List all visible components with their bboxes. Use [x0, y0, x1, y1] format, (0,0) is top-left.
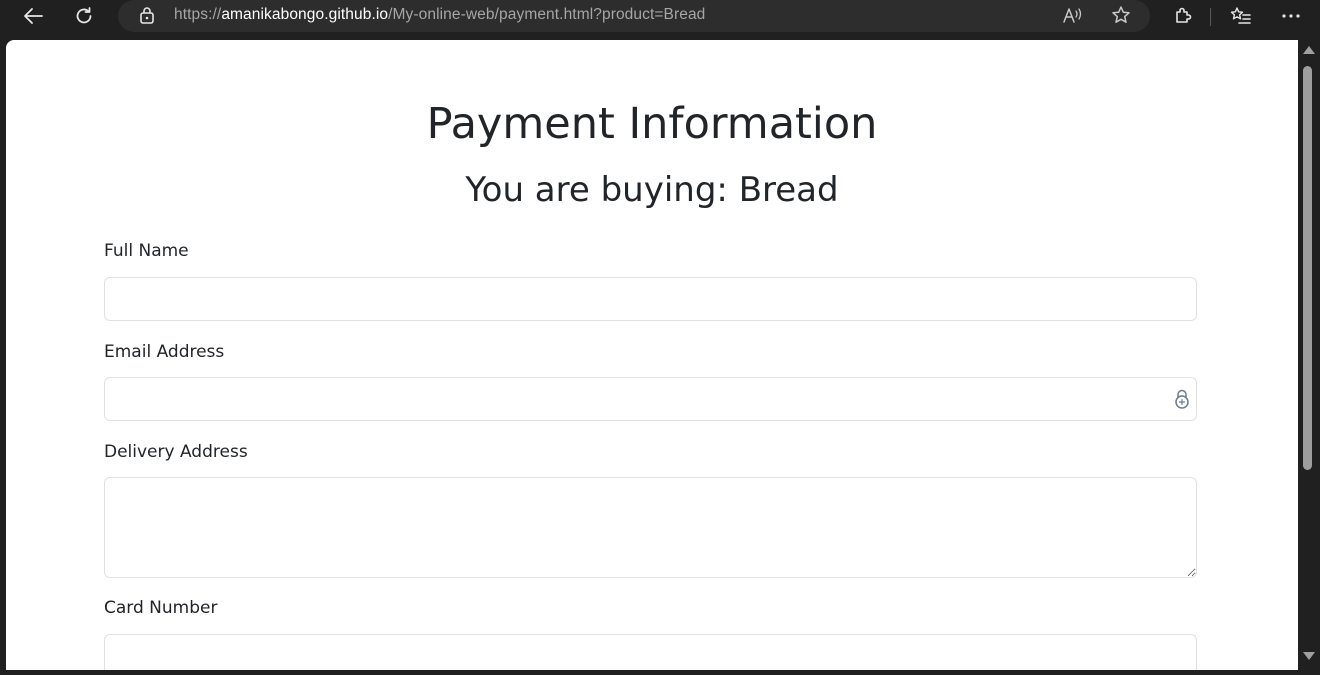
page-viewport: Payment Information You are buying: Bread… [6, 40, 1298, 670]
delivery-address-label: Delivery Address [104, 442, 248, 462]
email-input[interactable] [104, 377, 1197, 421]
card-number-input[interactable] [104, 634, 1197, 670]
lock-icon[interactable] [132, 1, 162, 29]
buying-prefix: You are buying: [465, 170, 728, 210]
read-aloud-icon[interactable] [1058, 1, 1088, 29]
more-options-icon[interactable] [1276, 2, 1306, 30]
url-host: amanikabongo.github.io [221, 6, 389, 23]
favorites-list-icon[interactable] [1226, 2, 1256, 30]
scroll-down-arrow-icon[interactable] [1303, 652, 1315, 660]
email-label: Email Address [104, 342, 225, 362]
favorite-star-icon[interactable] [1106, 1, 1136, 29]
back-arrow-icon[interactable] [18, 2, 48, 30]
url-path: /My-online-web/payment.html?product=Brea… [388, 6, 706, 23]
refresh-icon[interactable] [69, 2, 99, 30]
full-name-label: Full Name [104, 241, 189, 261]
url-scheme: https:// [174, 6, 222, 23]
page-scrollbar[interactable] [1298, 40, 1320, 670]
scroll-thumb[interactable] [1303, 66, 1312, 470]
address-bar[interactable]: https://amanikabongo.github.io/My-online… [118, 0, 1150, 32]
password-manager-icon[interactable] [1174, 389, 1192, 409]
toolbar-divider [1210, 8, 1211, 26]
full-name-input[interactable] [104, 277, 1197, 321]
extensions-icon[interactable] [1168, 2, 1198, 30]
card-number-label: Card Number [104, 598, 218, 618]
browser-toolbar: https://amanikabongo.github.io/My-online… [0, 0, 1320, 34]
product-heading: You are buying: Bread [6, 167, 1298, 213]
delivery-address-textarea[interactable] [104, 477, 1197, 578]
scroll-up-arrow-icon[interactable] [1303, 46, 1315, 54]
product-name: Bread [738, 170, 839, 210]
page-title: Payment Information [426, 99, 878, 149]
url-text[interactable]: https://amanikabongo.github.io/My-online… [174, 6, 705, 24]
